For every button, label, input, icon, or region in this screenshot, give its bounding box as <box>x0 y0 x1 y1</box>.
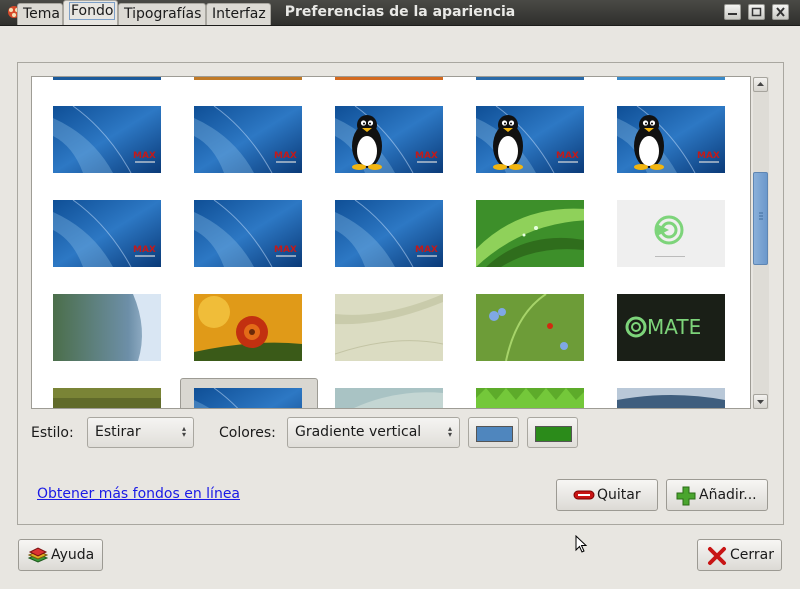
secondary-color-button[interactable] <box>527 417 578 448</box>
remove-label: Quitar <box>597 487 641 503</box>
style-combo[interactable]: Estirar ▴ ▾ <box>87 417 194 448</box>
add-label: Añadir... <box>699 487 757 503</box>
wallpaper-thumbnail[interactable] <box>476 77 584 80</box>
more-backgrounds-link[interactable]: Obtener más fondos en línea <box>37 486 240 502</box>
svg-text:MATE: MATE <box>647 315 701 339</box>
help-button[interactable]: Ayuda <box>18 539 103 571</box>
svg-text:MAX: MAX <box>133 151 156 161</box>
grip-icon <box>759 212 763 220</box>
style-label: Estilo: <box>31 425 74 441</box>
scroll-up-button[interactable] <box>753 77 768 92</box>
wallpaper-thumbnail[interactable]: MAX <box>617 106 725 173</box>
tab-label: Fondo <box>69 2 116 20</box>
tab-interfaz[interactable]: Interfaz <box>206 3 271 25</box>
wallpaper-thumbnail[interactable]: MATE <box>617 294 725 361</box>
gallery-scrollbar[interactable] <box>753 77 769 409</box>
close-x-icon <box>707 546 727 570</box>
close-label: Cerrar <box>730 547 774 563</box>
wallpaper-thumbnail[interactable]: MAX <box>476 106 584 173</box>
style-value: Estirar <box>95 424 141 440</box>
wallpaper-thumbnail[interactable]: MAX <box>53 106 161 173</box>
help-label: Ayuda <box>51 547 95 563</box>
combo-arrows-icon: ▴ ▾ <box>447 424 452 439</box>
primary-color-swatch <box>476 426 513 442</box>
minimize-icon <box>728 13 737 15</box>
svg-text:MAX: MAX <box>274 245 297 255</box>
svg-text:MAX: MAX <box>274 151 297 161</box>
tab-label: Interfaz <box>212 6 266 22</box>
remove-button[interactable]: Quitar <box>556 479 658 511</box>
add-icon <box>676 486 696 510</box>
wallpaper-thumbnail[interactable] <box>53 77 161 80</box>
svg-text:MAX: MAX <box>556 151 579 161</box>
add-button[interactable]: Añadir... <box>666 479 768 511</box>
wallpaper-gallery[interactable]: MAX MAX MAX MAX MAX MAX MAX MAX MATE MAX <box>31 76 751 409</box>
maximize-icon <box>751 7 762 17</box>
wallpaper-thumbnail[interactable] <box>617 200 725 267</box>
mouse-cursor-icon <box>575 535 588 553</box>
svg-text:MAX: MAX <box>133 245 156 255</box>
secondary-color-swatch <box>535 426 572 442</box>
arrow-up-icon <box>757 82 764 86</box>
minimize-button[interactable] <box>724 4 741 20</box>
wallpaper-thumbnail[interactable]: MAX <box>335 200 443 267</box>
wallpaper-thumbnail[interactable]: MAX <box>194 388 302 408</box>
primary-color-button[interactable] <box>468 417 519 448</box>
wallpaper-thumbnail[interactable] <box>335 77 443 80</box>
wallpaper-thumbnail[interactable] <box>476 388 584 408</box>
wallpaper-thumbnail[interactable] <box>617 388 725 408</box>
tab-tema[interactable]: Tema <box>17 3 63 25</box>
wallpaper-thumbnail[interactable] <box>194 294 302 361</box>
colors-label: Colores: <box>219 425 276 441</box>
wallpaper-thumbnail[interactable] <box>53 388 161 408</box>
svg-text:MAX: MAX <box>697 151 720 161</box>
wallpaper-thumbnail[interactable]: MAX <box>194 200 302 267</box>
wallpaper-thumbnail[interactable] <box>617 77 725 80</box>
tab-label: Tipografías <box>124 6 202 22</box>
svg-text:MAX: MAX <box>415 245 438 255</box>
close-button[interactable]: Cerrar <box>697 539 782 571</box>
wallpaper-thumbnail[interactable]: MAX <box>335 106 443 173</box>
scrollbar-thumb[interactable] <box>753 172 768 265</box>
wallpaper-thumbnail[interactable] <box>335 294 443 361</box>
wallpaper-thumbnail[interactable] <box>476 294 584 361</box>
tab-tipografias[interactable]: Tipografías <box>118 3 206 25</box>
tab-label: Tema <box>23 6 61 22</box>
wallpaper-thumbnail[interactable] <box>53 294 161 361</box>
colors-combo[interactable]: Gradiente vertical ▴ ▾ <box>287 417 460 448</box>
wallpaper-thumbnail[interactable]: MAX <box>194 106 302 173</box>
help-book-icon <box>27 546 49 570</box>
remove-icon <box>573 486 595 508</box>
maximize-button[interactable] <box>748 4 765 20</box>
close-icon <box>776 7 785 17</box>
tab-fondo[interactable]: Fondo <box>63 0 118 25</box>
svg-text:MAX: MAX <box>415 151 438 161</box>
colors-value: Gradiente vertical <box>295 424 422 440</box>
wallpaper-thumbnail[interactable]: MAX <box>53 200 161 267</box>
combo-arrows-icon: ▴ ▾ <box>181 424 186 439</box>
scroll-down-button[interactable] <box>753 394 768 409</box>
wallpaper-thumbnail[interactable] <box>335 388 443 408</box>
arrow-down-icon <box>757 400 764 404</box>
wallpaper-thumbnail[interactable] <box>476 200 584 267</box>
close-window-button[interactable] <box>772 4 789 20</box>
wallpaper-thumbnail[interactable] <box>194 77 302 80</box>
